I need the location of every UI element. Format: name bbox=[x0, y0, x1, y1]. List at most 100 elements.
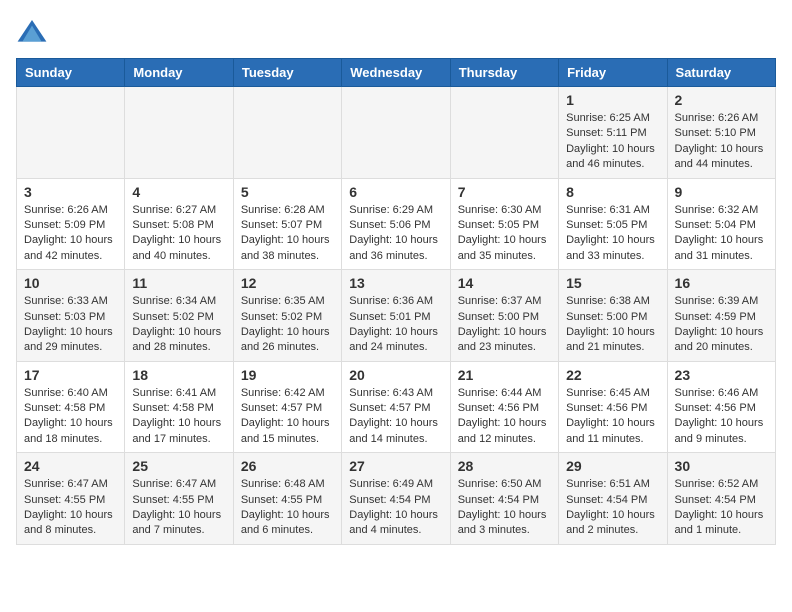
weekday-header-sunday: Sunday bbox=[17, 59, 125, 87]
cell-content: Sunrise: 6:26 AM Sunset: 5:10 PM Dayligh… bbox=[675, 111, 768, 173]
logo bbox=[16, 16, 54, 48]
cell-content: Sunrise: 6:47 AM Sunset: 4:55 PM Dayligh… bbox=[132, 477, 225, 539]
cell-content: Sunrise: 6:33 AM Sunset: 5:03 PM Dayligh… bbox=[24, 294, 117, 356]
header bbox=[16, 16, 776, 48]
calendar-cell: 23 Sunrise: 6:46 AM Sunset: 4:56 PM Dayli… bbox=[667, 361, 775, 453]
calendar-cell: 21 Sunrise: 6:44 AM Sunset: 4:56 PM Dayli… bbox=[450, 361, 558, 453]
calendar-cell: 7 Sunrise: 6:30 AM Sunset: 5:05 PM Daylig… bbox=[450, 178, 558, 270]
cell-content: Sunrise: 6:42 AM Sunset: 4:57 PM Dayligh… bbox=[241, 386, 334, 448]
calendar-cell: 6 Sunrise: 6:29 AM Sunset: 5:06 PM Daylig… bbox=[342, 178, 450, 270]
day-number: 10 bbox=[24, 275, 117, 291]
calendar-cell bbox=[125, 87, 233, 179]
calendar-cell: 12Sunrise: 6:35 AM Sunset: 5:02 PM Dayli… bbox=[233, 270, 341, 362]
calendar-cell: 1 Sunrise: 6:25 AM Sunset: 5:11 PM Daylig… bbox=[559, 87, 667, 179]
calendar-cell: 14 Sunrise: 6:37 AM Sunset: 5:00 PM Dayli… bbox=[450, 270, 558, 362]
calendar-cell: 3Sunrise: 6:26 AM Sunset: 5:09 PM Daylig… bbox=[17, 178, 125, 270]
day-number: 14 bbox=[458, 275, 551, 291]
week-row-3: 10 Sunrise: 6:33 AM Sunset: 5:03 PM Dayli… bbox=[17, 270, 776, 362]
calendar-table: SundayMondayTuesdayWednesdayThursdayFrid… bbox=[16, 58, 776, 545]
cell-content: Sunrise: 6:52 AM Sunset: 4:54 PM Dayligh… bbox=[675, 477, 768, 539]
day-number: 18 bbox=[132, 367, 225, 383]
cell-content: Sunrise: 6:30 AM Sunset: 5:05 PM Dayligh… bbox=[458, 203, 551, 265]
day-number: 12 bbox=[241, 275, 334, 291]
day-number: 23 bbox=[675, 367, 768, 383]
cell-content: Sunrise: 6:38 AM Sunset: 5:00 PM Dayligh… bbox=[566, 294, 659, 356]
calendar-cell: 24 Sunrise: 6:47 AM Sunset: 4:55 PM Dayli… bbox=[17, 453, 125, 545]
cell-content: Sunrise: 6:40 AM Sunset: 4:58 PM Dayligh… bbox=[24, 386, 117, 448]
cell-content: Sunrise: 6:37 AM Sunset: 5:00 PM Dayligh… bbox=[458, 294, 551, 356]
cell-content: Sunrise: 6:39 AM Sunset: 4:59 PM Dayligh… bbox=[675, 294, 768, 356]
cell-content: Sunrise: 6:36 AM Sunset: 5:01 PM Dayligh… bbox=[349, 294, 442, 356]
calendar-cell bbox=[17, 87, 125, 179]
calendar-cell: 11 Sunrise: 6:34 AM Sunset: 5:02 PM Dayli… bbox=[125, 270, 233, 362]
weekday-header-thursday: Thursday bbox=[450, 59, 558, 87]
day-number: 3 bbox=[24, 184, 117, 200]
day-number: 13 bbox=[349, 275, 442, 291]
day-number: 29 bbox=[566, 458, 659, 474]
cell-content: Sunrise: 6:47 AM Sunset: 4:55 PM Dayligh… bbox=[24, 477, 117, 539]
cell-content: Sunrise: 6:44 AM Sunset: 4:56 PM Dayligh… bbox=[458, 386, 551, 448]
calendar-cell: 20 Sunrise: 6:43 AM Sunset: 4:57 PM Dayli… bbox=[342, 361, 450, 453]
calendar-cell: 2Sunrise: 6:26 AM Sunset: 5:10 PM Daylig… bbox=[667, 87, 775, 179]
day-number: 15 bbox=[566, 275, 659, 291]
cell-content: Sunrise: 6:28 AM Sunset: 5:07 PM Dayligh… bbox=[241, 203, 334, 265]
calendar-cell: 10 Sunrise: 6:33 AM Sunset: 5:03 PM Dayli… bbox=[17, 270, 125, 362]
cell-content: Sunrise: 6:32 AM Sunset: 5:04 PM Dayligh… bbox=[675, 203, 768, 265]
day-number: 30 bbox=[675, 458, 768, 474]
calendar-cell: 16Sunrise: 6:39 AM Sunset: 4:59 PM Dayli… bbox=[667, 270, 775, 362]
cell-content: Sunrise: 6:34 AM Sunset: 5:02 PM Dayligh… bbox=[132, 294, 225, 356]
cell-content: Sunrise: 6:43 AM Sunset: 4:57 PM Dayligh… bbox=[349, 386, 442, 448]
cell-content: Sunrise: 6:50 AM Sunset: 4:54 PM Dayligh… bbox=[458, 477, 551, 539]
calendar-cell: 9 Sunrise: 6:32 AM Sunset: 5:04 PM Daylig… bbox=[667, 178, 775, 270]
day-number: 28 bbox=[458, 458, 551, 474]
day-number: 20 bbox=[349, 367, 442, 383]
calendar-cell: 5 Sunrise: 6:28 AM Sunset: 5:07 PM Daylig… bbox=[233, 178, 341, 270]
calendar-cell: 30 Sunrise: 6:52 AM Sunset: 4:54 PM Dayli… bbox=[667, 453, 775, 545]
day-number: 27 bbox=[349, 458, 442, 474]
day-number: 25 bbox=[132, 458, 225, 474]
weekday-header-friday: Friday bbox=[559, 59, 667, 87]
calendar-cell bbox=[450, 87, 558, 179]
day-number: 24 bbox=[24, 458, 117, 474]
calendar-cell: 8Sunrise: 6:31 AM Sunset: 5:05 PM Daylig… bbox=[559, 178, 667, 270]
week-row-5: 24 Sunrise: 6:47 AM Sunset: 4:55 PM Dayli… bbox=[17, 453, 776, 545]
logo-icon bbox=[16, 16, 48, 48]
day-number: 1 bbox=[566, 92, 659, 108]
calendar-cell: 25 Sunrise: 6:47 AM Sunset: 4:55 PM Dayli… bbox=[125, 453, 233, 545]
calendar-cell: 17 Sunrise: 6:40 AM Sunset: 4:58 PM Dayli… bbox=[17, 361, 125, 453]
calendar-cell: 27 Sunrise: 6:49 AM Sunset: 4:54 PM Dayli… bbox=[342, 453, 450, 545]
calendar-cell bbox=[233, 87, 341, 179]
cell-content: Sunrise: 6:49 AM Sunset: 4:54 PM Dayligh… bbox=[349, 477, 442, 539]
week-row-1: 1 Sunrise: 6:25 AM Sunset: 5:11 PM Daylig… bbox=[17, 87, 776, 179]
day-number: 4 bbox=[132, 184, 225, 200]
cell-content: Sunrise: 6:29 AM Sunset: 5:06 PM Dayligh… bbox=[349, 203, 442, 265]
week-row-4: 17 Sunrise: 6:40 AM Sunset: 4:58 PM Dayli… bbox=[17, 361, 776, 453]
day-number: 17 bbox=[24, 367, 117, 383]
day-number: 7 bbox=[458, 184, 551, 200]
cell-content: Sunrise: 6:31 AM Sunset: 5:05 PM Dayligh… bbox=[566, 203, 659, 265]
calendar-cell: 15 Sunrise: 6:38 AM Sunset: 5:00 PM Dayli… bbox=[559, 270, 667, 362]
day-number: 9 bbox=[675, 184, 768, 200]
day-number: 6 bbox=[349, 184, 442, 200]
weekday-header-monday: Monday bbox=[125, 59, 233, 87]
week-row-2: 3Sunrise: 6:26 AM Sunset: 5:09 PM Daylig… bbox=[17, 178, 776, 270]
day-number: 21 bbox=[458, 367, 551, 383]
day-number: 19 bbox=[241, 367, 334, 383]
calendar-cell: 4Sunrise: 6:27 AM Sunset: 5:08 PM Daylig… bbox=[125, 178, 233, 270]
calendar-cell: 28 Sunrise: 6:50 AM Sunset: 4:54 PM Dayli… bbox=[450, 453, 558, 545]
weekday-header-row: SundayMondayTuesdayWednesdayThursdayFrid… bbox=[17, 59, 776, 87]
calendar-cell: 22 Sunrise: 6:45 AM Sunset: 4:56 PM Dayli… bbox=[559, 361, 667, 453]
calendar-cell: 26Sunrise: 6:48 AM Sunset: 4:55 PM Dayli… bbox=[233, 453, 341, 545]
cell-content: Sunrise: 6:25 AM Sunset: 5:11 PM Dayligh… bbox=[566, 111, 659, 173]
calendar-cell: 13 Sunrise: 6:36 AM Sunset: 5:01 PM Dayli… bbox=[342, 270, 450, 362]
calendar-cell: 19 Sunrise: 6:42 AM Sunset: 4:57 PM Dayli… bbox=[233, 361, 341, 453]
day-number: 11 bbox=[132, 275, 225, 291]
cell-content: Sunrise: 6:45 AM Sunset: 4:56 PM Dayligh… bbox=[566, 386, 659, 448]
calendar-cell bbox=[342, 87, 450, 179]
day-number: 5 bbox=[241, 184, 334, 200]
cell-content: Sunrise: 6:46 AM Sunset: 4:56 PM Dayligh… bbox=[675, 386, 768, 448]
cell-content: Sunrise: 6:41 AM Sunset: 4:58 PM Dayligh… bbox=[132, 386, 225, 448]
weekday-header-wednesday: Wednesday bbox=[342, 59, 450, 87]
day-number: 22 bbox=[566, 367, 659, 383]
cell-content: Sunrise: 6:51 AM Sunset: 4:54 PM Dayligh… bbox=[566, 477, 659, 539]
